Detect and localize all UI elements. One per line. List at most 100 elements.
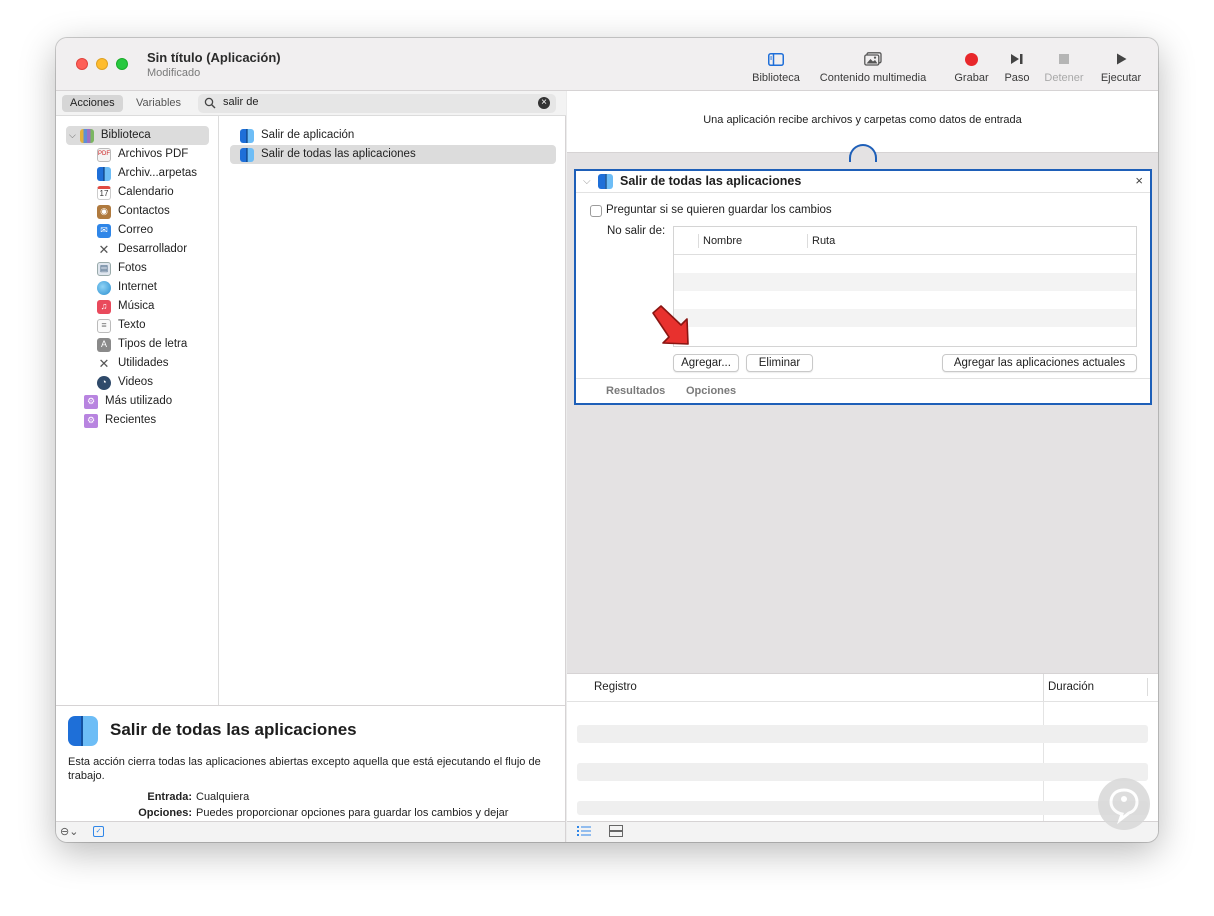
finder-icon bbox=[68, 716, 98, 746]
library-tree: ⌵ Biblioteca PDF Archivos PDF Archiv...a… bbox=[56, 116, 219, 705]
step-button[interactable]: Paso bbox=[999, 49, 1035, 84]
finder-icon bbox=[240, 147, 254, 162]
action-footer: Resultados Opciones bbox=[576, 378, 1150, 403]
tree-item-label: Más utilizado bbox=[105, 395, 173, 407]
utilities-icon: ✕ bbox=[98, 356, 110, 371]
table-row[interactable] bbox=[674, 273, 1136, 291]
zoom-window-button[interactable] bbox=[116, 58, 128, 70]
library-button-label: Biblioteca bbox=[752, 72, 800, 84]
close-icon[interactable]: × bbox=[1135, 173, 1143, 188]
tree-item-contacts[interactable]: ◉ Contactos bbox=[97, 202, 170, 221]
tab-actions[interactable]: Acciones bbox=[62, 95, 123, 112]
sidebar-icon bbox=[746, 49, 806, 69]
tree-item-utilities[interactable]: ✕ Utilidades bbox=[97, 354, 169, 373]
developer-icon: ✕ bbox=[98, 242, 110, 257]
tab-variables[interactable]: Variables bbox=[128, 95, 189, 112]
library-icon bbox=[79, 128, 94, 143]
photos-icon: ▤ bbox=[97, 261, 111, 276]
action-header: ⌵ Salir de todas las aplicaciones × bbox=[576, 171, 1150, 193]
list-view-icon[interactable] bbox=[577, 825, 591, 840]
record-button-label: Grabar bbox=[954, 72, 989, 84]
table-header: Nombre Ruta bbox=[674, 227, 1136, 255]
split-view-icon[interactable] bbox=[609, 825, 623, 840]
tree-item-music[interactable]: ♫ Música bbox=[97, 297, 154, 316]
tree-item-library[interactable]: ⌵ Biblioteca bbox=[66, 126, 209, 145]
step-icon bbox=[999, 49, 1035, 69]
clear-search-icon[interactable]: × bbox=[538, 97, 550, 109]
chevron-down-icon[interactable]: ⌵ bbox=[583, 176, 591, 187]
log-header: Registro Duración bbox=[567, 674, 1158, 702]
library-button[interactable]: Biblioteca bbox=[746, 49, 806, 84]
tree-item-label: Música bbox=[118, 300, 155, 312]
videos-icon: ◔ bbox=[97, 375, 111, 390]
column-log[interactable]: Registro bbox=[594, 681, 637, 693]
tree-item-internet[interactable]: Internet bbox=[97, 278, 157, 297]
stop-button[interactable]: Detener bbox=[1040, 49, 1088, 84]
description-toggle-icon[interactable]: ✓ bbox=[93, 826, 104, 837]
workflow-canvas[interactable]: ⌵ Salir de todas las aplicaciones × Preg… bbox=[567, 144, 1158, 673]
remove-button[interactable]: Eliminar bbox=[746, 354, 813, 372]
tree-item-videos[interactable]: ◔ Videos bbox=[97, 373, 153, 392]
description-options-row: Opciones: Puedes proporcionar opciones pa… bbox=[56, 807, 508, 819]
finder-icon bbox=[240, 128, 254, 143]
automator-window: Sin título (Aplicación) Modificado Bibli… bbox=[56, 38, 1158, 842]
media-button[interactable]: Contenido multimedia bbox=[812, 49, 934, 84]
smart-folder-icon: ⚙ bbox=[84, 413, 98, 428]
tab-results[interactable]: Resultados bbox=[606, 385, 665, 397]
smart-folder-icon: ⚙ bbox=[84, 394, 98, 409]
tree-item-text[interactable]: ≡ Texto bbox=[97, 316, 146, 335]
log-row bbox=[577, 725, 1148, 743]
tree-item-label: Archiv...arpetas bbox=[118, 167, 198, 179]
tree-item-label: Contactos bbox=[118, 205, 170, 217]
add-current-apps-button[interactable]: Agregar las aplicaciones actuales bbox=[942, 354, 1137, 372]
tree-item-calendar[interactable]: 17 Calendario bbox=[97, 183, 174, 202]
column-duration[interactable]: Duración bbox=[1043, 674, 1094, 701]
minimize-window-button[interactable] bbox=[96, 58, 108, 70]
search-icon bbox=[204, 97, 216, 112]
tree-item-label: Archivos PDF bbox=[118, 148, 189, 160]
finder-icon bbox=[97, 166, 111, 181]
tree-item-pdf[interactable]: PDF Archivos PDF bbox=[97, 145, 188, 164]
tree-item-developer[interactable]: ✕ Desarrollador bbox=[97, 240, 187, 259]
action-item-quit-all-apps[interactable]: Salir de todas las aplicaciones bbox=[230, 145, 556, 164]
tree-item-photos[interactable]: ▤ Fotos bbox=[97, 259, 147, 278]
add-button[interactable]: Agregar... bbox=[673, 354, 739, 372]
pdf-icon: PDF bbox=[97, 147, 111, 162]
tree-item-label: Utilidades bbox=[118, 357, 169, 369]
action-panel: ⌵ Salir de todas las aplicaciones × Preg… bbox=[574, 169, 1152, 405]
column-name[interactable]: Nombre bbox=[698, 234, 742, 248]
record-icon bbox=[949, 49, 994, 69]
description-input-row: Entrada: Cualquiera bbox=[56, 791, 249, 803]
table-row[interactable] bbox=[674, 309, 1136, 327]
table-row[interactable] bbox=[674, 327, 1136, 345]
run-button[interactable]: Ejecutar bbox=[1096, 49, 1146, 84]
tree-item-label: Correo bbox=[118, 224, 154, 236]
column-path[interactable]: Ruta bbox=[807, 234, 835, 248]
tab-options[interactable]: Opciones bbox=[686, 385, 736, 397]
table-row[interactable] bbox=[674, 255, 1136, 273]
exclusion-table[interactable]: Nombre Ruta bbox=[673, 226, 1137, 347]
tree-item-label: Biblioteca bbox=[100, 129, 151, 141]
window-subtitle: Modificado bbox=[147, 67, 201, 79]
close-window-button[interactable] bbox=[76, 58, 88, 70]
window-title: Sin título (Aplicación) bbox=[147, 50, 281, 65]
tree-item-label: Videos bbox=[118, 376, 153, 388]
library-search-bar: Acciones Variables salir de × bbox=[56, 91, 566, 116]
save-changes-checkbox[interactable] bbox=[590, 205, 602, 217]
record-button[interactable]: Grabar bbox=[949, 49, 994, 84]
toolbar: Sin título (Aplicación) Modificado Bibli… bbox=[56, 38, 1158, 91]
action-item-label: Salir de aplicación bbox=[261, 129, 355, 141]
search-input[interactable]: salir de × bbox=[198, 94, 556, 113]
stop-icon bbox=[1040, 49, 1088, 69]
input-value: Cualquiera bbox=[196, 791, 250, 803]
more-options-icon[interactable]: ⊖⌄ bbox=[60, 825, 78, 838]
tree-item-fonts[interactable]: A Tipos de letra bbox=[97, 335, 187, 354]
tree-item-mail[interactable]: ✉ Correo bbox=[97, 221, 153, 240]
tree-item-most-used[interactable]: ⚙ Más utilizado bbox=[84, 392, 172, 411]
action-item-quit-app[interactable]: Salir de aplicación bbox=[230, 126, 556, 145]
table-row[interactable] bbox=[674, 291, 1136, 309]
log-row bbox=[577, 801, 1148, 815]
tree-item-recents[interactable]: ⚙ Recientes bbox=[84, 411, 156, 430]
column-divider bbox=[1147, 678, 1148, 696]
tree-item-files-folders[interactable]: Archiv...arpetas bbox=[97, 164, 197, 183]
